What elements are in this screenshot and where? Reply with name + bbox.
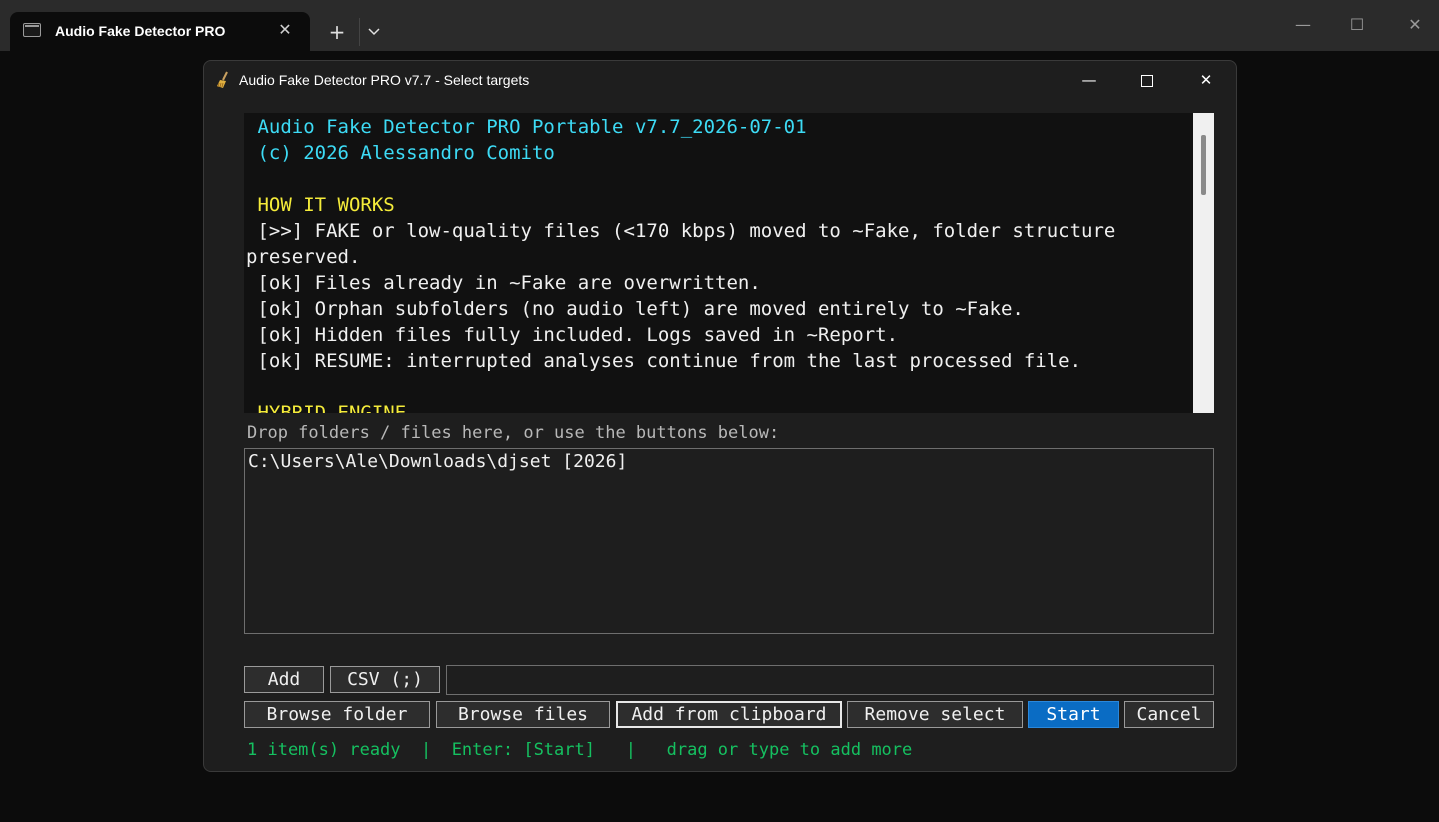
broom-icon xyxy=(216,71,232,89)
start-button[interactable]: Start xyxy=(1028,701,1119,728)
info-scrollbar[interactable] xyxy=(1193,113,1214,413)
dialog-title: Audio Fake Detector PRO v7.7 - Select ta… xyxy=(239,72,530,88)
dialog-close-icon[interactable]: ✕ xyxy=(1183,65,1229,95)
info-text: Audio Fake Detector PRO Portable v7.7_20… xyxy=(246,114,1191,413)
info-section-hybrid-engine: HYBRID ENGINE xyxy=(246,402,407,413)
info-copyright: (c) 2026 Alessandro Comito xyxy=(246,142,555,164)
drop-label: Drop folders / files here, or use the bu… xyxy=(247,423,780,443)
tab-separator xyxy=(359,18,360,46)
info-line: [ok] RESUME: interrupted analyses contin… xyxy=(246,350,1082,372)
info-line: [ok] Files already in ~Fake are overwrit… xyxy=(246,272,761,294)
dialog-maximize-icon[interactable] xyxy=(1124,65,1170,95)
new-tab-icon[interactable]: + xyxy=(322,19,352,45)
info-scrollbar-thumb[interactable] xyxy=(1201,135,1206,195)
list-item[interactable]: C:\Users\Ale\Downloads\djset [2026] xyxy=(248,451,627,472)
dialog-minimize-icon[interactable]: — xyxy=(1066,65,1112,95)
info-panel[interactable]: Audio Fake Detector PRO Portable v7.7_20… xyxy=(244,113,1214,413)
browse-files-button[interactable]: Browse files xyxy=(436,701,610,728)
remove-select-button[interactable]: Remove select xyxy=(847,701,1023,728)
terminal-tab-bar: Audio Fake Detector PRO ✕ + — ☐ ✕ xyxy=(0,0,1439,51)
add-from-clipboard-button[interactable]: Add from clipboard xyxy=(616,701,842,728)
terminal-maximize-icon[interactable]: ☐ xyxy=(1334,10,1380,40)
terminal-close-icon[interactable]: ✕ xyxy=(1392,10,1438,40)
info-section-how-it-works: HOW IT WORKS xyxy=(246,194,395,216)
info-app-name: Audio Fake Detector PRO Portable v7.7_20… xyxy=(246,116,807,138)
terminal-tab[interactable]: Audio Fake Detector PRO ✕ xyxy=(10,12,310,51)
info-line: [>>] FAKE or low-quality files (<170 kbp… xyxy=(246,220,1127,268)
target-list[interactable]: C:\Users\Ale\Downloads\djset [2026] xyxy=(244,448,1214,634)
browse-folder-button[interactable]: Browse folder xyxy=(244,701,430,728)
terminal-icon xyxy=(23,23,41,37)
csv-button[interactable]: CSV (;) xyxy=(330,666,440,693)
select-targets-dialog: Audio Fake Detector PRO v7.7 - Select ta… xyxy=(203,60,1237,772)
tab-close-icon[interactable]: ✕ xyxy=(274,19,296,41)
info-line: [ok] Orphan subfolders (no audio left) a… xyxy=(246,298,1024,320)
cancel-button[interactable]: Cancel xyxy=(1124,701,1214,728)
add-button[interactable]: Add xyxy=(244,666,324,693)
status-text: 1 item(s) ready | Enter: [Start] | drag … xyxy=(247,740,913,760)
dialog-titlebar: Audio Fake Detector PRO v7.7 - Select ta… xyxy=(204,61,1236,99)
tab-title: Audio Fake Detector PRO xyxy=(55,23,226,39)
info-line: [ok] Hidden files fully included. Logs s… xyxy=(246,324,899,346)
tab-dropdown-icon[interactable] xyxy=(362,19,386,45)
terminal-minimize-icon[interactable]: — xyxy=(1280,10,1326,40)
csv-input[interactable] xyxy=(446,665,1214,695)
